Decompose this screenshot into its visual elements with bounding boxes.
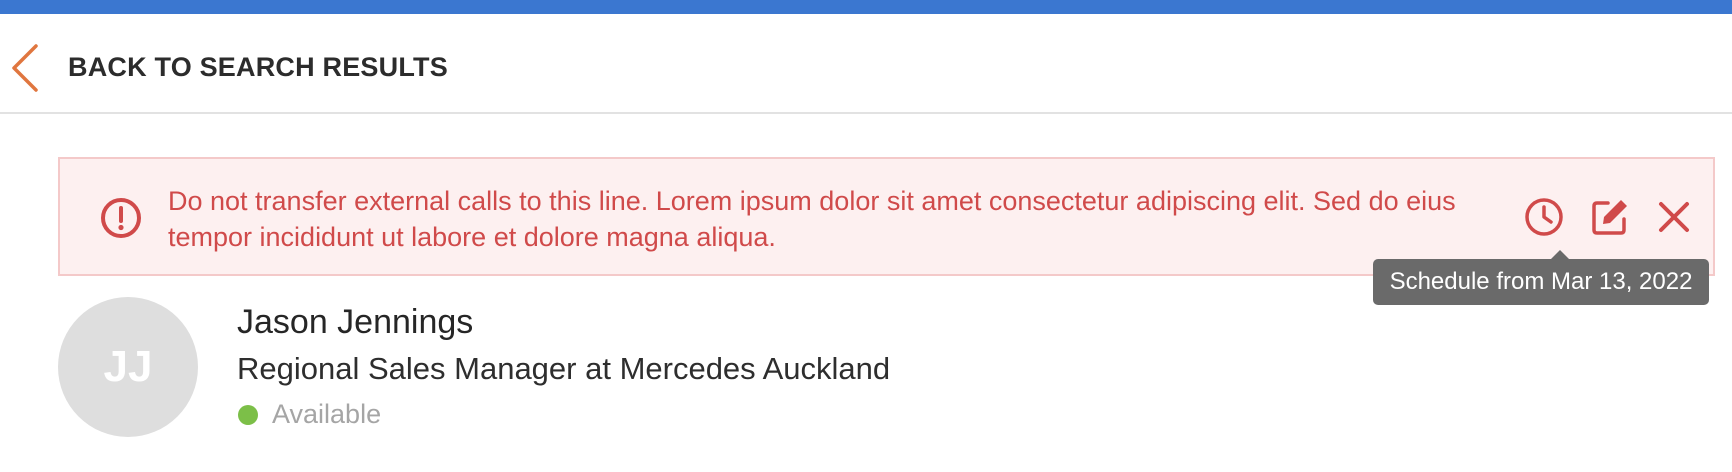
chevron-left-icon[interactable] [8,42,44,94]
close-icon[interactable] [1652,195,1696,239]
nav-bar: BACK TO SEARCH RESULTS [0,14,1732,114]
contact-job-title: Regional Sales Manager at Mercedes Auckl… [237,351,891,386]
status-label: Available [272,399,382,429]
exclamation-circle-icon [101,198,141,238]
avatar: JJ [58,297,198,437]
schedule-tooltip: Schedule from Mar 13, 2022 [1373,250,1709,305]
edit-icon[interactable] [1588,195,1632,239]
back-to-search-results-link[interactable]: BACK TO SEARCH RESULTS [68,50,448,85]
clock-icon[interactable] [1522,195,1566,239]
top-bar [0,0,1732,14]
status-available-dot [238,405,258,425]
alert-message: Do not transfer external calls to this l… [168,186,1456,252]
contact-name: Jason Jennings [237,303,474,341]
